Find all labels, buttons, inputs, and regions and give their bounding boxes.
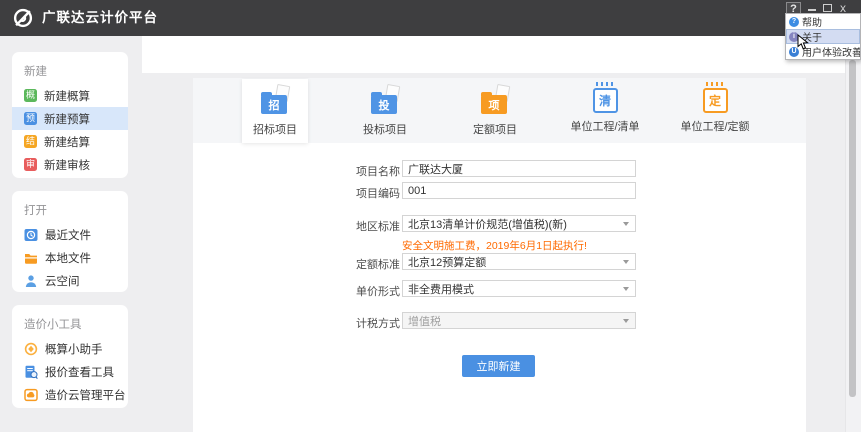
glodon-logo-icon [12,7,34,29]
chevron-down-icon [623,260,629,264]
tab-unit-project-list[interactable]: 清 单位工程/清单 [572,79,638,143]
estimate-icon: 概 [24,89,37,102]
unit-price-mode-select[interactable]: 非全费用模式 [402,280,636,297]
form-row-project-name: 项目名称 [193,160,806,177]
tax-mode-select: 增值税 [402,312,636,329]
menu-item-help[interactable]: ? 帮助 [786,14,860,29]
mouse-cursor [797,34,809,51]
quota-notepad-icon: 定 [703,88,728,113]
estimate-helper-icon [24,342,38,356]
form-row-project-code: 项目编码 [193,182,806,199]
tender-folder-icon: 投 [371,84,399,116]
app-title: 广联达云计价平台 [42,0,158,36]
create-now-button[interactable]: 立即新建 [462,355,535,377]
quota-standard-select[interactable]: 北京12预算定额 [402,253,636,270]
location-strip [142,36,861,73]
section-title-new: 新建 [24,63,128,79]
sidebar-item-new-budget[interactable]: 预 新建预算 [12,107,128,130]
cloud-platform-icon [24,388,38,402]
review-icon: 审 [24,158,37,171]
cloud-space-icon [24,274,38,288]
form-row-region-standard: 地区标准 北京13清单计价规范(增值税)(新) [193,215,806,232]
sidebar-section-open: 打开 最近文件 本地文件 云空间 [12,191,128,292]
section-title-open: 打开 [24,202,128,218]
help-circle-icon: ? [789,17,799,27]
sidebar-item-new-estimate[interactable]: 概 新建概算 [12,84,128,107]
project-code-input[interactable] [402,182,636,199]
chevron-down-icon [623,287,629,291]
bid-folder-icon: 招 [261,84,289,116]
budget-icon: 预 [24,112,37,125]
form-row-tax-mode: 计税方式 增值税 [193,312,806,329]
sidebar-item-local-files[interactable]: 本地文件 [12,246,128,269]
project-name-input[interactable] [402,160,636,177]
sidebar-item-quote-viewer[interactable]: 报价查看工具 [12,360,128,383]
form-row-quota-standard: 定额标准 北京12预算定额 [193,253,806,270]
chevron-down-icon [623,222,629,226]
sidebar-section-new: 新建 概 新建概算 预 新建预算 结 新建结算 审 新建审核 [12,52,128,178]
region-standard-select[interactable]: 北京13清单计价规范(增值税)(新) [402,215,636,232]
section-title-tools: 造价小工具 [24,316,128,332]
scrollbar-track[interactable] [845,36,861,432]
sidebar-item-cloud-space[interactable]: 云空间 [12,269,128,292]
local-files-icon [24,251,38,265]
sidebar-item-new-review[interactable]: 审 新建审核 [12,153,128,176]
tab-bid-project[interactable]: 招 招标项目 [242,79,308,143]
project-type-tabs: 招 招标项目 投 投标项目 项 定额项目 清 单位工程/清单 定 单位工程/定额 [193,78,806,143]
quota-folder-icon: 项 [481,84,509,116]
recent-files-icon [24,228,38,242]
sidebar-item-estimate-helper[interactable]: 概算小助手 [12,337,128,360]
tab-quota-project[interactable]: 项 定额项目 [462,79,528,143]
sidebar-item-recent-files[interactable]: 最近文件 [12,223,128,246]
sidebar-item-cloud-platform[interactable]: 造价云管理平台 [12,383,128,406]
settlement-icon: 结 [24,135,37,148]
new-project-panel: 招 招标项目 投 投标项目 项 定额项目 清 单位工程/清单 定 单位工程/定额 [193,78,806,432]
quote-viewer-icon [24,365,38,379]
sidebar-item-new-settlement[interactable]: 结 新建结算 [12,130,128,153]
chevron-down-icon [623,319,629,323]
scrollbar-thumb[interactable] [849,60,856,397]
tab-unit-project-quota[interactable]: 定 单位工程/定额 [682,79,748,143]
tab-tender-project[interactable]: 投 投标项目 [352,79,418,143]
title-bar: 广联达云计价平台 ? x [0,0,861,36]
list-notepad-icon: 清 [593,88,618,113]
safety-fee-warning: 安全文明施工费，2019年6月1日起执行! [402,238,587,253]
sidebar-section-tools: 造价小工具 概算小助手 报价查看工具 造价云管理平台 [12,305,128,408]
form-row-unit-price-mode: 单价形式 非全费用模式 [193,280,806,297]
